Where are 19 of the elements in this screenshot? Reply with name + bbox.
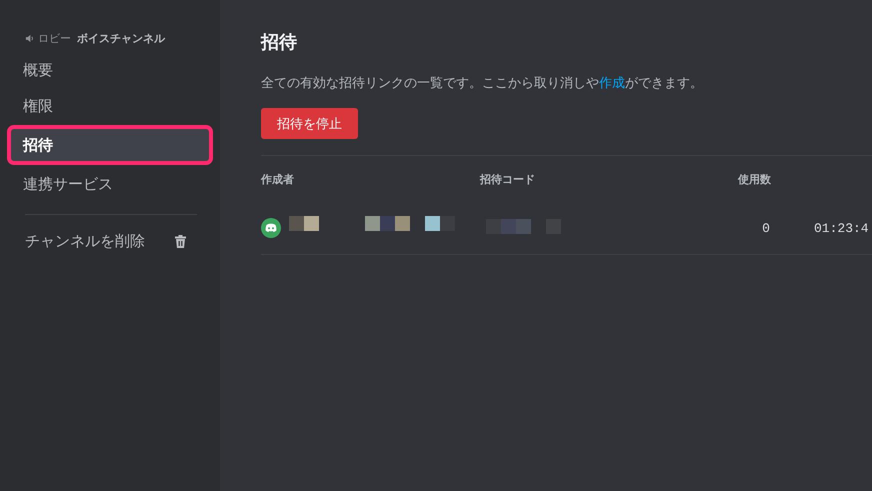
category-name: ロビー (38, 30, 71, 46)
sidebar-item[interactable]: 権限 (10, 89, 210, 123)
discord-avatar-icon (261, 218, 281, 238)
delete-channel-item[interactable]: チャンネルを削除 (10, 224, 158, 258)
sidebar-item[interactable]: 連携サービス (10, 167, 210, 201)
channel-name: ボイスチャンネル (77, 30, 165, 46)
expires-cell: 01:23:4 (814, 220, 869, 236)
create-link[interactable]: 作成 (599, 76, 625, 91)
uses-cell-text: 0 (761, 220, 771, 236)
trash-icon[interactable] (175, 234, 186, 248)
column-header: 作成者 (261, 172, 295, 186)
column-header: 招待コード (480, 172, 536, 186)
speaker-icon (25, 34, 34, 42)
sidebar-item[interactable]: 招待 (10, 128, 210, 162)
column-header: 使用数 (738, 172, 772, 186)
pause-invites-button[interactable]: 招待を停止 (261, 108, 358, 139)
page-title: 招待 (261, 31, 298, 55)
sidebar-item[interactable]: 概要 (10, 53, 210, 87)
description-text: 全ての有効な招待リンクの一覧です。ここから取り消しや作成ができます。 (261, 75, 704, 93)
